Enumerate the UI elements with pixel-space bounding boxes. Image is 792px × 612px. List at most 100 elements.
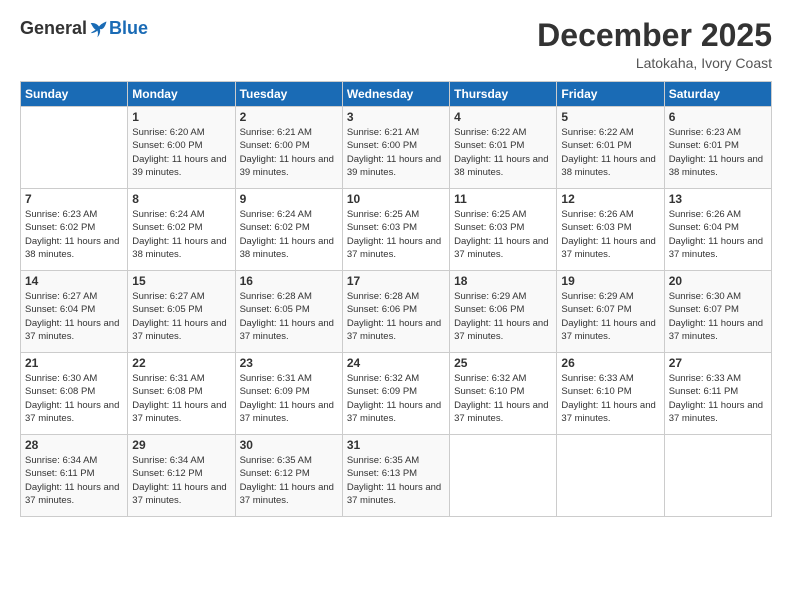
day-info: Sunrise: 6:23 AMSunset: 6:02 PMDaylight:… xyxy=(25,208,123,261)
day-number: 21 xyxy=(25,356,123,370)
day-number: 3 xyxy=(347,110,445,124)
calendar-cell: 6Sunrise: 6:23 AMSunset: 6:01 PMDaylight… xyxy=(664,107,771,189)
day-info: Sunrise: 6:26 AMSunset: 6:03 PMDaylight:… xyxy=(561,208,659,261)
day-number: 2 xyxy=(240,110,338,124)
calendar-cell: 11Sunrise: 6:25 AMSunset: 6:03 PMDayligh… xyxy=(450,189,557,271)
day-number: 15 xyxy=(132,274,230,288)
calendar-cell: 21Sunrise: 6:30 AMSunset: 6:08 PMDayligh… xyxy=(21,353,128,435)
calendar-cell: 30 Sunrise: 6:35 AMSunset: 6:12 PMDayligh… xyxy=(235,435,342,517)
calendar-cell xyxy=(664,435,771,517)
day-info: Sunrise: 6:29 AMSunset: 6:06 PMDaylight:… xyxy=(454,290,552,343)
logo-general: General xyxy=(20,18,87,39)
calendar-cell: 2 Sunrise: 6:21 AMSunset: 6:00 PMDaylight… xyxy=(235,107,342,189)
day-number: 25 xyxy=(454,356,552,370)
day-info: Sunrise: 6:28 AMSunset: 6:06 PMDaylight:… xyxy=(347,290,445,343)
title-block: December 2025 Latokaha, Ivory Coast xyxy=(537,18,772,71)
day-number: 28 xyxy=(25,438,123,452)
calendar-header-row: SundayMondayTuesdayWednesdayThursdayFrid… xyxy=(21,82,772,107)
calendar-cell: 20Sunrise: 6:30 AMSunset: 6:07 PMDayligh… xyxy=(664,271,771,353)
day-number: 30 xyxy=(240,438,338,452)
day-number: 17 xyxy=(347,274,445,288)
calendar-header-wednesday: Wednesday xyxy=(342,82,449,107)
calendar-cell xyxy=(557,435,664,517)
day-info: Sunrise: 6:22 AMSunset: 6:01 PMDaylight:… xyxy=(561,126,659,179)
day-info: Sunrise: 6:21 AMSunset: 6:00 PMDaylight:… xyxy=(347,126,445,179)
calendar-cell: 17 Sunrise: 6:28 AMSunset: 6:06 PMDayligh… xyxy=(342,271,449,353)
calendar-header-saturday: Saturday xyxy=(664,82,771,107)
day-info: Sunrise: 6:20 AMSunset: 6:00 PMDaylight:… xyxy=(132,126,230,179)
day-number: 7 xyxy=(25,192,123,206)
day-number: 16 xyxy=(240,274,338,288)
calendar-cell: 26Sunrise: 6:33 AMSunset: 6:10 PMDayligh… xyxy=(557,353,664,435)
day-info: Sunrise: 6:34 AMSunset: 6:11 PMDaylight:… xyxy=(25,454,123,507)
day-number: 12 xyxy=(561,192,659,206)
day-number: 20 xyxy=(669,274,767,288)
day-info: Sunrise: 6:28 AMSunset: 6:05 PMDaylight:… xyxy=(240,290,338,343)
day-info: Sunrise: 6:27 AMSunset: 6:05 PMDaylight:… xyxy=(132,290,230,343)
day-number: 27 xyxy=(669,356,767,370)
day-info: Sunrise: 6:24 AMSunset: 6:02 PMDaylight:… xyxy=(132,208,230,261)
day-number: 1 xyxy=(132,110,230,124)
calendar-cell: 16 Sunrise: 6:28 AMSunset: 6:05 PMDayligh… xyxy=(235,271,342,353)
calendar-cell: 12 Sunrise: 6:26 AMSunset: 6:03 PMDayligh… xyxy=(557,189,664,271)
calendar-cell: 5Sunrise: 6:22 AMSunset: 6:01 PMDaylight… xyxy=(557,107,664,189)
calendar-header-monday: Monday xyxy=(128,82,235,107)
day-info: Sunrise: 6:27 AMSunset: 6:04 PMDaylight:… xyxy=(25,290,123,343)
day-number: 14 xyxy=(25,274,123,288)
calendar-cell xyxy=(21,107,128,189)
day-number: 19 xyxy=(561,274,659,288)
location: Latokaha, Ivory Coast xyxy=(537,55,772,71)
day-info: Sunrise: 6:32 AMSunset: 6:10 PMDaylight:… xyxy=(454,372,552,425)
calendar-cell xyxy=(450,435,557,517)
calendar-cell: 23 Sunrise: 6:31 AMSunset: 6:09 PMDayligh… xyxy=(235,353,342,435)
calendar-cell: 27Sunrise: 6:33 AMSunset: 6:11 PMDayligh… xyxy=(664,353,771,435)
calendar-week-3: 14 Sunrise: 6:27 AMSunset: 6:04 PMDayligh… xyxy=(21,271,772,353)
page-header: General Blue December 2025 Latokaha, Ivo… xyxy=(20,18,772,71)
calendar-header-thursday: Thursday xyxy=(450,82,557,107)
day-number: 23 xyxy=(240,356,338,370)
day-number: 18 xyxy=(454,274,552,288)
calendar-header-sunday: Sunday xyxy=(21,82,128,107)
calendar-week-2: 7 Sunrise: 6:23 AMSunset: 6:02 PMDaylight… xyxy=(21,189,772,271)
logo: General Blue xyxy=(20,18,148,39)
day-info: Sunrise: 6:31 AMSunset: 6:08 PMDaylight:… xyxy=(132,372,230,425)
day-number: 9 xyxy=(240,192,338,206)
day-number: 26 xyxy=(561,356,659,370)
calendar-cell: 25 Sunrise: 6:32 AMSunset: 6:10 PMDayligh… xyxy=(450,353,557,435)
calendar-cell: 18 Sunrise: 6:29 AMSunset: 6:06 PMDayligh… xyxy=(450,271,557,353)
calendar-week-1: 1 Sunrise: 6:20 AMSunset: 6:00 PMDaylight… xyxy=(21,107,772,189)
day-number: 8 xyxy=(132,192,230,206)
calendar-cell: 28 Sunrise: 6:34 AMSunset: 6:11 PMDayligh… xyxy=(21,435,128,517)
calendar-cell: 22 Sunrise: 6:31 AMSunset: 6:08 PMDayligh… xyxy=(128,353,235,435)
day-info: Sunrise: 6:34 AMSunset: 6:12 PMDaylight:… xyxy=(132,454,230,507)
day-info: Sunrise: 6:21 AMSunset: 6:00 PMDaylight:… xyxy=(240,126,338,179)
calendar-cell: 4Sunrise: 6:22 AMSunset: 6:01 PMDaylight… xyxy=(450,107,557,189)
calendar-cell: 3 Sunrise: 6:21 AMSunset: 6:00 PMDaylight… xyxy=(342,107,449,189)
calendar-header-tuesday: Tuesday xyxy=(235,82,342,107)
calendar-cell: 13Sunrise: 6:26 AMSunset: 6:04 PMDayligh… xyxy=(664,189,771,271)
day-info: Sunrise: 6:35 AMSunset: 6:12 PMDaylight:… xyxy=(240,454,338,507)
day-number: 31 xyxy=(347,438,445,452)
day-number: 24 xyxy=(347,356,445,370)
calendar-cell: 14 Sunrise: 6:27 AMSunset: 6:04 PMDayligh… xyxy=(21,271,128,353)
calendar-header-friday: Friday xyxy=(557,82,664,107)
day-info: Sunrise: 6:25 AMSunset: 6:03 PMDaylight:… xyxy=(347,208,445,261)
calendar-cell: 19 Sunrise: 6:29 AMSunset: 6:07 PMDayligh… xyxy=(557,271,664,353)
calendar-cell: 10 Sunrise: 6:25 AMSunset: 6:03 PMDayligh… xyxy=(342,189,449,271)
day-info: Sunrise: 6:31 AMSunset: 6:09 PMDaylight:… xyxy=(240,372,338,425)
day-number: 13 xyxy=(669,192,767,206)
day-info: Sunrise: 6:29 AMSunset: 6:07 PMDaylight:… xyxy=(561,290,659,343)
calendar-cell: 9Sunrise: 6:24 AMSunset: 6:02 PMDaylight… xyxy=(235,189,342,271)
day-info: Sunrise: 6:22 AMSunset: 6:01 PMDaylight:… xyxy=(454,126,552,179)
day-number: 29 xyxy=(132,438,230,452)
logo-blue: Blue xyxy=(109,18,148,39)
calendar-cell: 7 Sunrise: 6:23 AMSunset: 6:02 PMDaylight… xyxy=(21,189,128,271)
day-number: 22 xyxy=(132,356,230,370)
calendar-cell: 24Sunrise: 6:32 AMSunset: 6:09 PMDayligh… xyxy=(342,353,449,435)
calendar-table: SundayMondayTuesdayWednesdayThursdayFrid… xyxy=(20,81,772,517)
day-number: 10 xyxy=(347,192,445,206)
day-info: Sunrise: 6:35 AMSunset: 6:13 PMDaylight:… xyxy=(347,454,445,507)
calendar-cell: 29 Sunrise: 6:34 AMSunset: 6:12 PMDayligh… xyxy=(128,435,235,517)
calendar-cell: 8 Sunrise: 6:24 AMSunset: 6:02 PMDaylight… xyxy=(128,189,235,271)
day-number: 6 xyxy=(669,110,767,124)
